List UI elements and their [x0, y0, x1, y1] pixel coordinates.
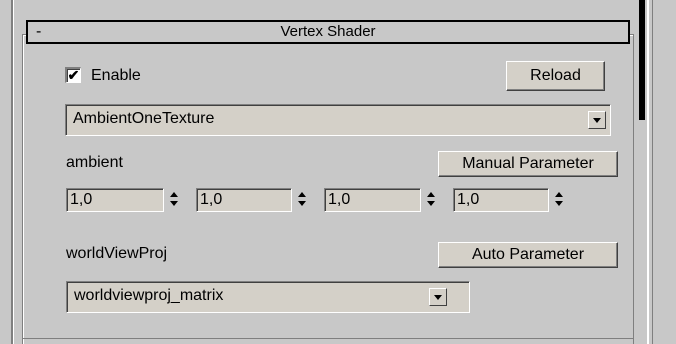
- rollout-title: Vertex Shader: [280, 23, 376, 40]
- rollout-header[interactable]: - Vertex Shader: [26, 20, 630, 44]
- checkbox-check-icon: ✔: [67, 67, 80, 83]
- ambient-y-field[interactable]: 1,0: [196, 188, 292, 212]
- param-name-worldviewproj: worldViewProj: [66, 245, 168, 262]
- ambient-y-value: 1,0: [200, 191, 223, 208]
- ambient-w-field[interactable]: 1,0: [453, 188, 549, 212]
- ambient-z-field[interactable]: 1,0: [324, 188, 421, 212]
- manual-parameter-label: Manual Parameter: [462, 155, 594, 172]
- scrollbar-edge: [647, 0, 649, 344]
- auto-parameter-select[interactable]: worldviewproj_matrix: [66, 281, 470, 313]
- ambient-w-spinner-icon[interactable]: [555, 189, 567, 211]
- rollout-bottom-line: [22, 338, 634, 339]
- enable-label: Enable: [91, 67, 141, 84]
- right-margin: [652, 0, 676, 344]
- ambient-y-spinner-icon[interactable]: [298, 189, 310, 211]
- reload-button-label: Reload: [530, 67, 581, 84]
- ambient-x-field[interactable]: 1,0: [66, 188, 164, 212]
- program-select-value: AmbientOneTexture: [73, 110, 215, 127]
- param-name-ambient: ambient: [66, 154, 123, 171]
- auto-parameter-arrow-icon[interactable]: [429, 288, 447, 306]
- ambient-x-spinner-icon[interactable]: [170, 189, 182, 211]
- auto-parameter-value: worldviewproj_matrix: [74, 287, 224, 304]
- reload-button[interactable]: Reload: [506, 61, 605, 91]
- enable-checkbox[interactable]: ✔: [65, 67, 81, 83]
- manual-parameter-button[interactable]: Manual Parameter: [438, 151, 618, 177]
- scrollbar-thumb[interactable]: [639, 0, 645, 120]
- ambient-z-spinner-icon[interactable]: [427, 189, 439, 211]
- program-select-arrow-icon[interactable]: [588, 111, 606, 129]
- program-select[interactable]: AmbientOneTexture: [65, 104, 611, 136]
- ambient-w-value: 1,0: [457, 191, 480, 208]
- auto-parameter-label: Auto Parameter: [471, 246, 585, 263]
- outer-left-line: [11, 0, 13, 344]
- ambient-x-value: 1,0: [70, 191, 93, 208]
- auto-parameter-button[interactable]: Auto Parameter: [438, 242, 618, 268]
- ambient-z-value: 1,0: [328, 191, 351, 208]
